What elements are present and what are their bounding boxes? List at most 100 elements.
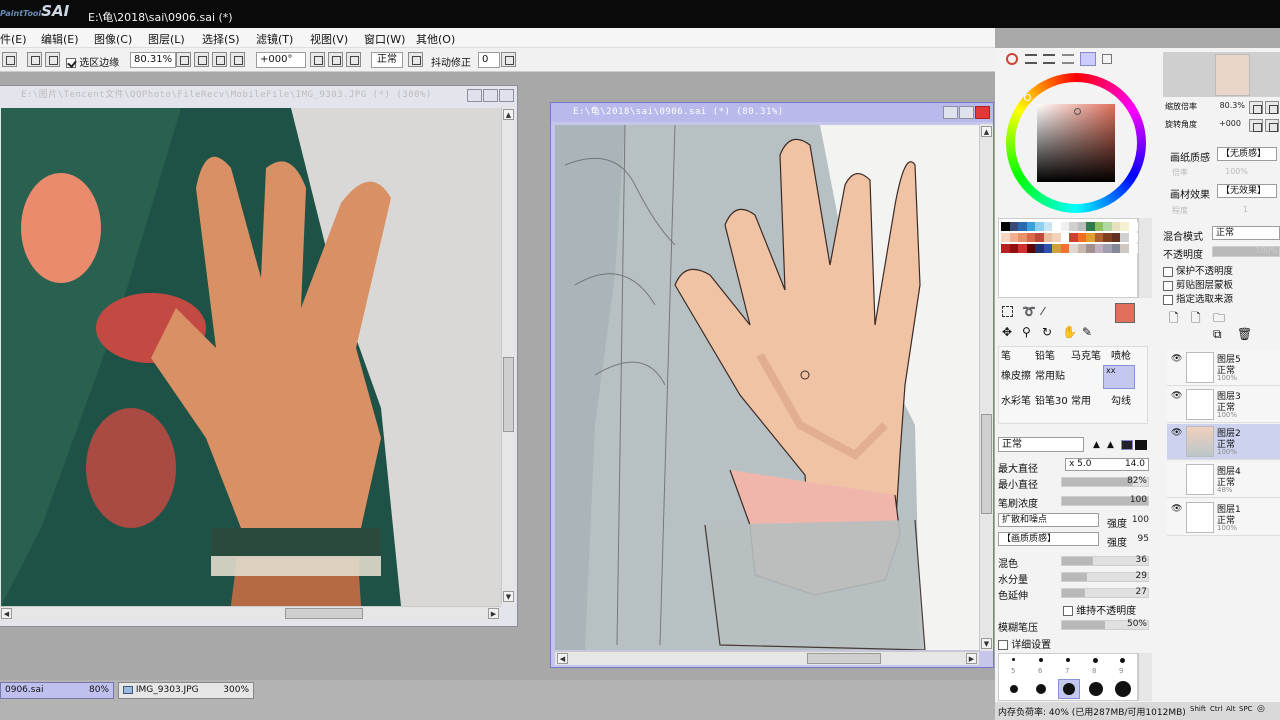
sv-marker[interactable] — [1074, 108, 1081, 115]
brush-item[interactable]: 铅笔30 — [1035, 392, 1068, 407]
eyedropper-icon[interactable]: ✎ — [1082, 325, 1092, 339]
menu-image[interactable]: 图像(C) — [94, 31, 132, 47]
brush-tip-shapes[interactable]: ▲ ▲ — [1091, 440, 1149, 451]
scroll-left-arrow[interactable]: ◀ — [1, 608, 12, 619]
lasso-icon[interactable]: ➰ — [1022, 305, 1036, 318]
rgb-slider-tab-icon[interactable] — [1025, 54, 1037, 64]
mixer-tab-icon[interactable] — [1062, 54, 1074, 64]
stabilizer-select[interactable]: 0 — [478, 52, 500, 68]
visibility-eye-icon[interactable]: 👁 — [1171, 428, 1184, 438]
scroll-up-arrow[interactable]: ▲ — [503, 109, 514, 120]
protect-opacity-toggle[interactable]: 保护不透明度 — [1163, 263, 1233, 277]
zoom-out-button[interactable] — [194, 52, 209, 67]
layer-row[interactable]: 👁 图层2 正常 100% — [1167, 424, 1280, 460]
close-button[interactable] — [499, 89, 514, 102]
merge-layer-icon[interactable]: ⧉ — [1213, 327, 1222, 342]
brush-item[interactable]: 常用贴 — [1035, 367, 1065, 382]
rotate-icon[interactable]: ↻ — [1042, 325, 1052, 339]
layer-blend-select[interactable]: 正常 — [1212, 226, 1280, 240]
toolbar-icon-button[interactable] — [45, 52, 60, 67]
blend-mode-select[interactable]: 正常 — [371, 52, 403, 68]
scroll-down-arrow[interactable]: ▼ — [981, 638, 992, 649]
rotation-field[interactable]: +000° — [256, 52, 306, 68]
close-button[interactable] — [975, 106, 990, 119]
zoom-field[interactable]: 80.31% — [130, 52, 176, 68]
size-preset-dot[interactable] — [1036, 684, 1046, 694]
advanced-settings-toggle[interactable]: 详细设置 — [998, 636, 1051, 651]
zoom-in-button[interactable] — [212, 52, 227, 67]
scratchpad-tab-icon[interactable] — [1102, 54, 1112, 64]
rotate-reset-button[interactable] — [346, 52, 361, 67]
hand-icon[interactable]: ✋ — [1062, 325, 1077, 339]
nav-zoom-out-button[interactable] — [1249, 101, 1263, 114]
rect-select-icon[interactable] — [1002, 306, 1013, 317]
brush-item[interactable]: 水彩笔 — [1001, 392, 1031, 407]
flip-button[interactable] — [408, 52, 423, 67]
brush-texture-select[interactable]: 【画质质感】 — [998, 532, 1099, 546]
paper-texture-select[interactable]: 【无质感】 — [1217, 147, 1277, 161]
scroll-right-arrow[interactable]: ▶ — [488, 608, 499, 619]
swatch-tab-icon[interactable] — [1080, 52, 1096, 66]
hsv-slider-tab-icon[interactable] — [1043, 54, 1055, 64]
menu-other[interactable]: 其他(O) — [416, 31, 455, 47]
selection-source-toggle[interactable]: 指定选取来源 — [1163, 291, 1233, 305]
material-effect-select[interactable]: 【无效果】 — [1217, 184, 1277, 198]
visibility-eye-icon[interactable] — [1171, 466, 1184, 476]
color-swatch[interactable] — [1128, 244, 1138, 253]
menu-select[interactable]: 选择(S) — [202, 31, 240, 47]
size-preset-dot[interactable] — [1115, 681, 1131, 697]
size-preset-dot[interactable] — [1089, 682, 1103, 696]
brush-item[interactable]: 常用 — [1071, 392, 1091, 407]
menu-view[interactable]: 视图(V) — [310, 31, 348, 47]
navigator-preview[interactable] — [1163, 52, 1280, 97]
visibility-eye-icon[interactable]: 👁 — [1171, 354, 1184, 364]
nav-rotate-left-button[interactable] — [1249, 119, 1263, 132]
brush-item-selected[interactable]: xx — [1103, 365, 1135, 389]
current-color-swatch[interactable] — [1115, 303, 1135, 323]
move-icon[interactable]: ✥ — [1002, 325, 1012, 339]
new-layer-icon[interactable]: 🗋 — [1169, 309, 1179, 330]
scroll-thumb[interactable] — [503, 357, 514, 432]
zoom-icon[interactable]: ⚲ — [1022, 325, 1031, 339]
size-preset-scrollbar[interactable] — [1138, 653, 1152, 701]
menu-layer[interactable]: 图层(L) — [148, 31, 185, 47]
minimize-button[interactable] — [467, 89, 482, 102]
size-preset-dot[interactable] — [1012, 658, 1015, 661]
scroll-left-arrow[interactable]: ◀ — [557, 653, 568, 664]
size-preset-dot[interactable] — [1039, 658, 1043, 662]
layer-row[interactable]: 👁 图层5 正常 100% — [1167, 350, 1280, 386]
selection-edge-toggle[interactable]: 选区边缘 — [66, 54, 119, 69]
size-preset-dot[interactable] — [1063, 683, 1075, 695]
shape-select[interactable]: 扩散和噪点 — [998, 513, 1099, 527]
zoom-dropdown-button[interactable] — [176, 52, 191, 67]
menu-edit[interactable]: 编辑(E) — [41, 31, 79, 47]
color-wheel[interactable] — [1006, 73, 1146, 213]
stabilizer-dropdown-button[interactable] — [501, 52, 516, 67]
reference-photo[interactable] — [1, 108, 501, 606]
menu-file[interactable]: 件(E) — [0, 31, 27, 47]
nav-zoom-in-button[interactable] — [1265, 101, 1279, 114]
color-swatch[interactable] — [1128, 222, 1138, 231]
clipping-toggle[interactable]: 剪贴图层蒙板 — [1163, 277, 1233, 291]
maximize-button[interactable] — [483, 89, 498, 102]
brush-blend-select[interactable]: 正常 — [998, 437, 1084, 452]
brush-item[interactable]: 笔 — [1001, 347, 1011, 362]
scroll-down-arrow[interactable]: ▼ — [503, 591, 514, 602]
scroll-thumb[interactable] — [285, 608, 363, 619]
layer-row[interactable]: 👁 图层3 正常 100% — [1167, 387, 1280, 423]
size-preset-dot[interactable] — [1093, 658, 1098, 663]
color-wheel-tab-icon[interactable] — [1006, 53, 1018, 65]
nav-rotate-right-button[interactable] — [1265, 119, 1279, 132]
brush-item[interactable]: 马克笔 — [1071, 347, 1101, 362]
tip-shape-icon[interactable] — [1135, 440, 1147, 450]
size-preset-dot[interactable] — [1120, 658, 1125, 663]
document-tab[interactable]: IMG_9303.JPG 300% — [118, 682, 254, 699]
tip-shape-icon[interactable]: ▲ — [1107, 440, 1114, 450]
rotate-right-button[interactable] — [328, 52, 343, 67]
menu-filter[interactable]: 滤镜(T) — [256, 31, 293, 47]
minimize-button[interactable] — [943, 106, 958, 119]
swatch-scrollbar[interactable] — [1138, 218, 1152, 298]
visibility-eye-icon[interactable]: 👁 — [1171, 504, 1184, 514]
toolbar-icon-button[interactable] — [2, 52, 17, 67]
document-tab[interactable]: 0906.sai 80% — [0, 682, 114, 699]
